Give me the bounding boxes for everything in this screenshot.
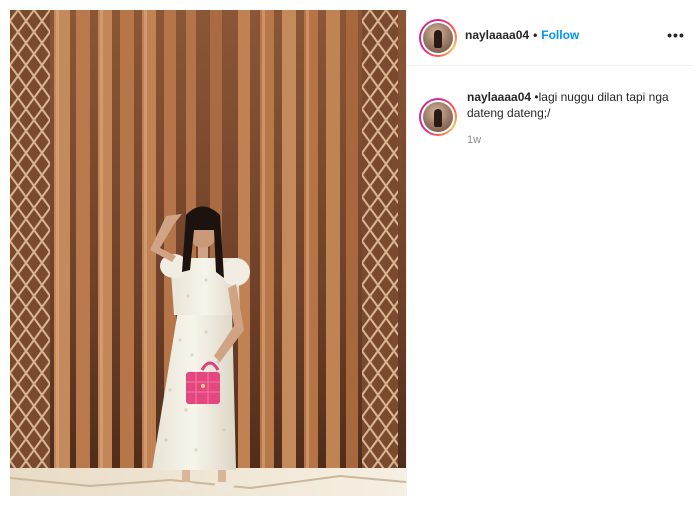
more-options-label: ••• <box>667 27 685 43</box>
post-header: naylaaaa04 • Follow ••• <box>407 10 693 66</box>
post-timestamp[interactable]: 1w <box>467 134 481 146</box>
follow-button[interactable]: Follow <box>541 28 579 42</box>
avatar-image <box>423 23 453 53</box>
separator-dot: • <box>533 28 538 42</box>
caption: naylaaaa04 •lagi nuggu dilan tapi nga da… <box>467 89 677 121</box>
profile-avatar[interactable] <box>419 19 457 57</box>
header-user-line: naylaaaa04 • Follow <box>465 28 579 42</box>
more-options-icon[interactable]: ••• <box>667 26 685 44</box>
username-link[interactable]: naylaaaa04 <box>465 28 529 42</box>
avatar-image <box>423 102 453 132</box>
post-photo[interactable] <box>10 10 406 496</box>
caption-avatar[interactable] <box>419 98 457 136</box>
post-sidebar: naylaaaa04 • Follow ••• naylaaaa04 •lagi… <box>406 10 693 496</box>
caption-username[interactable]: naylaaaa04 <box>467 90 531 104</box>
post-container: naylaaaa04 • Follow ••• naylaaaa04 •lagi… <box>0 0 700 507</box>
post-image <box>10 10 406 496</box>
